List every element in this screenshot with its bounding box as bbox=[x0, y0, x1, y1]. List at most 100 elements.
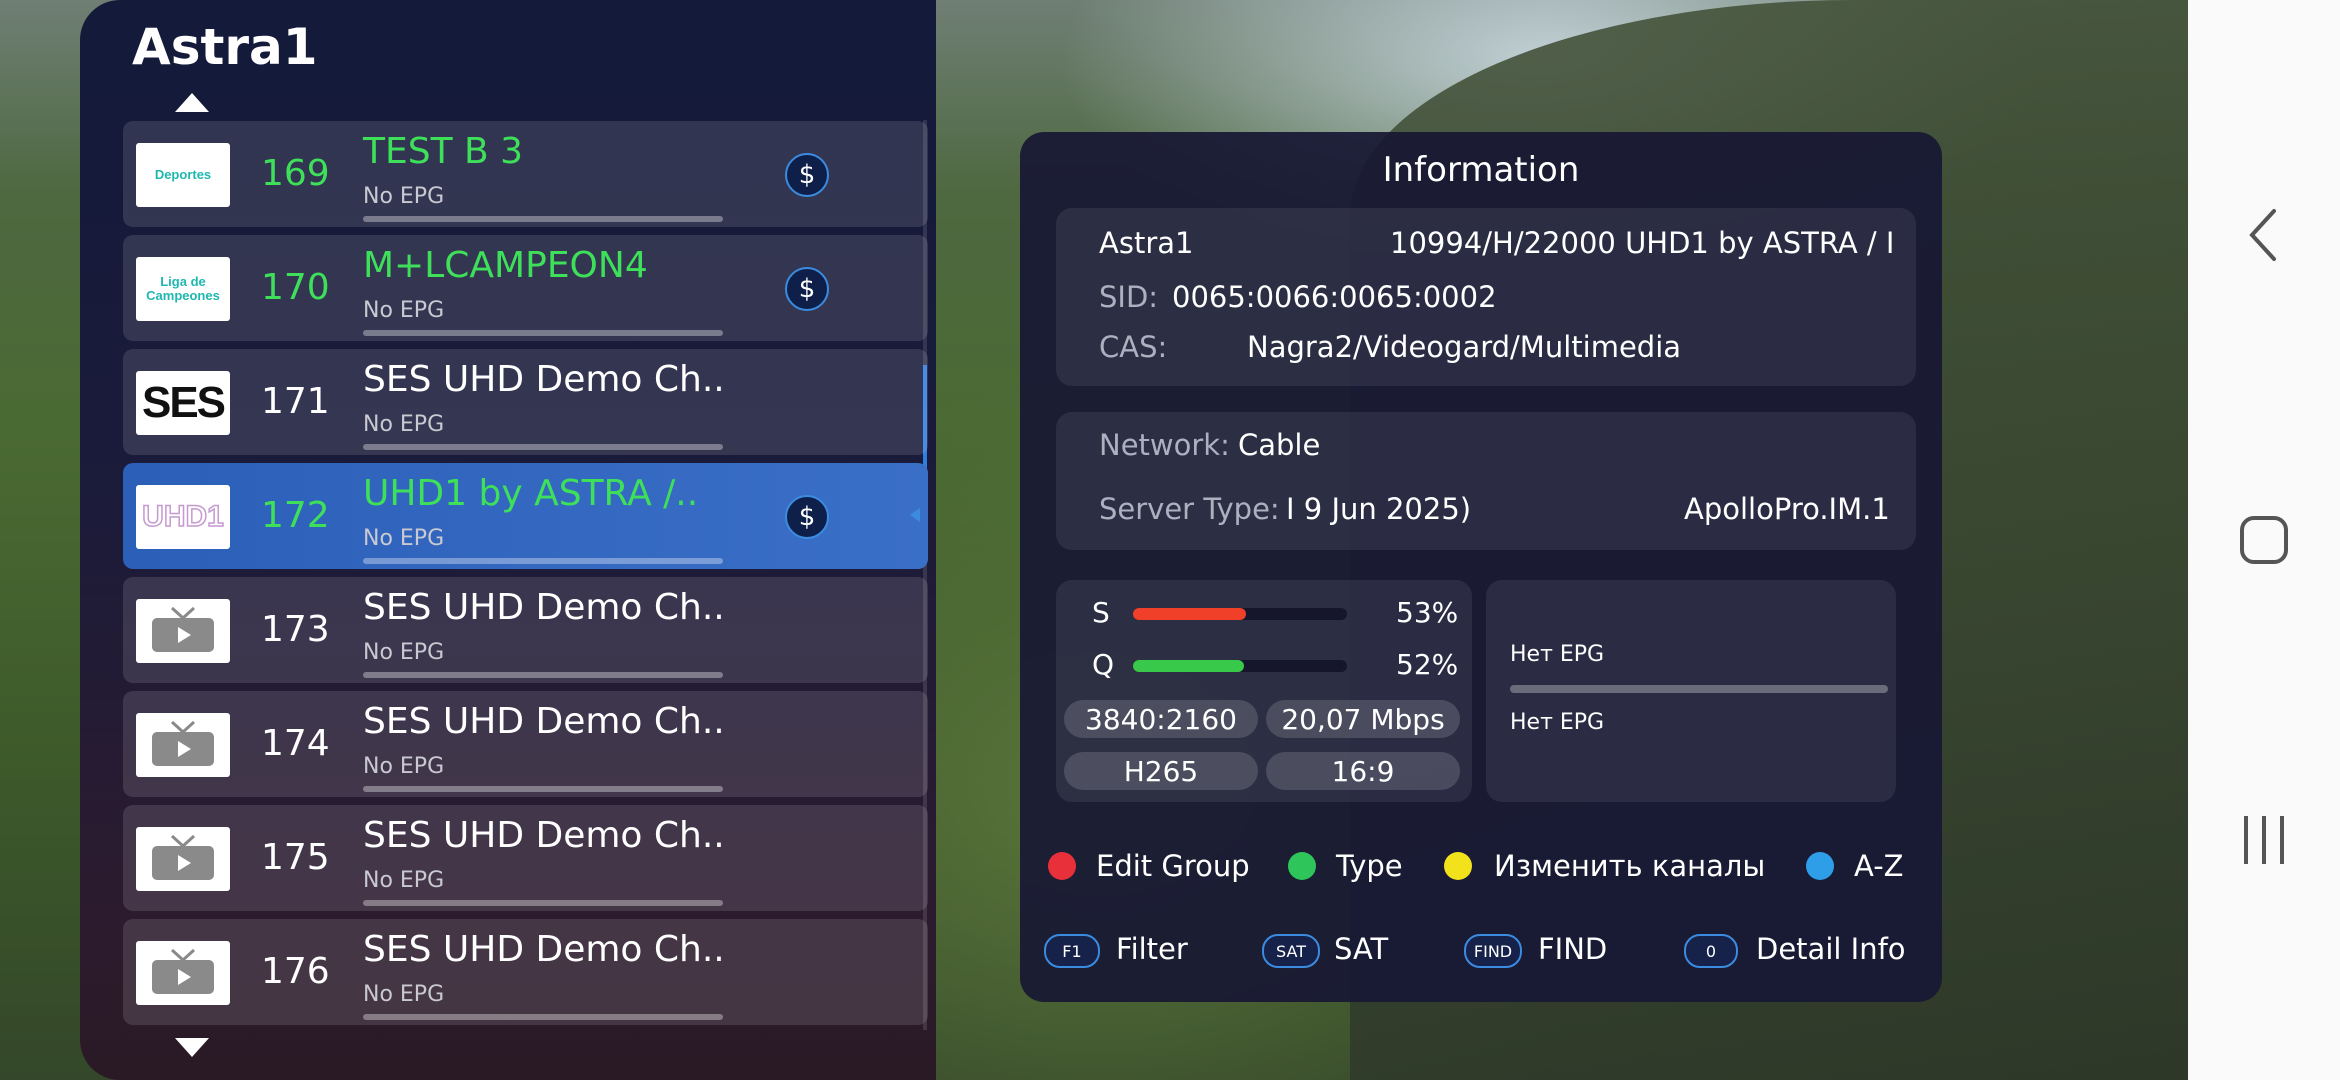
legend-edit-channels[interactable]: Изменить каналы bbox=[1494, 849, 1765, 883]
tv-placeholder-icon bbox=[136, 941, 230, 1005]
epg-progress-bar bbox=[363, 900, 723, 906]
quality-percent: 52% bbox=[1396, 648, 1459, 681]
satellite-name: Astra1 bbox=[1099, 226, 1194, 260]
server-type-label: Server Type: bbox=[1099, 492, 1280, 526]
info-title: Information bbox=[1382, 150, 1580, 190]
channel-number: 175 bbox=[261, 837, 330, 878]
sat-key-badge: SAT bbox=[1262, 934, 1320, 968]
channel-epg: No EPG bbox=[363, 982, 445, 1007]
channel-row[interactable]: 173 SES UHD Demo Ch.. No EPG bbox=[123, 577, 928, 683]
channel-name: SES UHD Demo Ch.. bbox=[363, 929, 725, 970]
scroll-up-icon[interactable] bbox=[175, 93, 209, 112]
epg-progress-bar bbox=[1510, 685, 1888, 693]
channel-name: TEST B 3 bbox=[363, 131, 524, 172]
home-icon[interactable] bbox=[2188, 505, 2340, 575]
paid-channel-icon: $ bbox=[785, 153, 829, 197]
channel-logo: Deportes bbox=[136, 143, 230, 207]
channel-name: SES UHD Demo Ch.. bbox=[363, 815, 725, 856]
legend-edit-group[interactable]: Edit Group bbox=[1096, 849, 1250, 883]
channel-number: 174 bbox=[261, 723, 330, 764]
cas-value: Nagra2/Videogard/Multimedia bbox=[1247, 330, 1682, 364]
channel-epg: No EPG bbox=[363, 184, 445, 209]
signal-card: S 53% Q 52% 3840:2160 20,07 Mbps H265 16… bbox=[1056, 580, 1472, 802]
server-name: ApolloPro.IM.1 bbox=[1684, 492, 1890, 526]
channel-name: M+LCAMPEON4 bbox=[363, 245, 648, 286]
sid-label: SID: bbox=[1099, 280, 1159, 314]
network-label: Network: bbox=[1099, 428, 1230, 462]
transponder-card: Astra1 10994/H/22000 UHD1 by ASTRA / I S… bbox=[1056, 208, 1916, 386]
channel-name: SES UHD Demo Ch.. bbox=[363, 587, 725, 628]
epg-progress-bar bbox=[363, 672, 723, 678]
channel-epg: No EPG bbox=[363, 640, 445, 665]
key-detail-info[interactable]: Detail Info bbox=[1756, 932, 1906, 966]
yellow-key-icon bbox=[1444, 852, 1472, 880]
epg-progress-bar bbox=[363, 216, 723, 222]
information-panel: Information Astra1 10994/H/22000 UHD1 by… bbox=[1020, 132, 1942, 1002]
channel-row-selected[interactable]: UHD1 172 UHD1 by ASTRA /.. No EPG $ bbox=[123, 463, 928, 569]
aspect-badge: 16:9 bbox=[1266, 752, 1460, 790]
key-find[interactable]: FIND bbox=[1538, 932, 1607, 966]
epg-now: Нет EPG bbox=[1510, 642, 1605, 667]
key-filter[interactable]: Filter bbox=[1116, 932, 1188, 966]
channel-row[interactable]: 174 SES UHD Demo Ch.. No EPG bbox=[123, 691, 928, 797]
bitrate-badge: 20,07 Mbps bbox=[1266, 700, 1460, 738]
channel-logo: SES bbox=[136, 371, 230, 435]
network-card: Network: Cable Server Type: I 9 Jun 2025… bbox=[1056, 412, 1916, 550]
channel-row[interactable]: Liga de Campeones 170 M+LCAMPEON4 No EPG… bbox=[123, 235, 928, 341]
cas-label: CAS: bbox=[1099, 330, 1168, 364]
tv-placeholder-icon bbox=[136, 827, 230, 891]
green-key-icon bbox=[1288, 852, 1316, 880]
tv-placeholder-icon bbox=[136, 713, 230, 777]
sid-value: 0065:0066:0065:0002 bbox=[1172, 280, 1497, 314]
channel-row[interactable]: Deportes 169 TEST B 3 No EPG $ bbox=[123, 121, 928, 227]
channel-name: SES UHD Demo Ch.. bbox=[363, 359, 725, 400]
channel-number: 173 bbox=[261, 609, 330, 650]
server-type-value: I 9 Jun 2025) bbox=[1286, 492, 1472, 526]
channel-name: SES UHD Demo Ch.. bbox=[363, 701, 725, 742]
red-key-icon bbox=[1048, 852, 1076, 880]
f1-key-badge: F1 bbox=[1044, 934, 1100, 968]
key-sat[interactable]: SAT bbox=[1334, 932, 1388, 966]
epg-progress-bar bbox=[363, 444, 723, 450]
zero-key-badge: 0 bbox=[1684, 934, 1738, 968]
system-navigation-bar bbox=[2188, 0, 2340, 1080]
codec-badge: H265 bbox=[1064, 752, 1258, 790]
epg-next: Нет EPG bbox=[1510, 710, 1605, 735]
tv-placeholder-icon bbox=[136, 599, 230, 663]
back-icon[interactable] bbox=[2188, 200, 2340, 270]
channel-number: 169 bbox=[261, 153, 330, 194]
transponder-info: 10994/H/22000 UHD1 by ASTRA / I bbox=[1390, 226, 1895, 260]
channel-name: UHD1 by ASTRA /.. bbox=[363, 473, 699, 514]
channel-row[interactable]: SES 171 SES UHD Demo Ch.. No EPG bbox=[123, 349, 928, 455]
scroll-down-icon[interactable] bbox=[175, 1038, 209, 1057]
channel-number: 176 bbox=[261, 951, 330, 992]
channel-epg: No EPG bbox=[363, 412, 445, 437]
strength-percent: 53% bbox=[1396, 596, 1459, 629]
channel-epg: No EPG bbox=[363, 298, 445, 323]
selection-marker-icon bbox=[910, 508, 920, 522]
epg-progress-bar bbox=[363, 1014, 723, 1020]
channel-number: 171 bbox=[261, 381, 330, 422]
group-title: Astra1 bbox=[132, 18, 318, 76]
resolution-badge: 3840:2160 bbox=[1064, 700, 1258, 738]
legend-type[interactable]: Type bbox=[1336, 849, 1403, 883]
epg-progress-bar bbox=[363, 786, 723, 792]
paid-channel-icon: $ bbox=[785, 267, 829, 311]
channel-row[interactable]: 175 SES UHD Demo Ch.. No EPG bbox=[123, 805, 928, 911]
channel-epg: No EPG bbox=[363, 526, 445, 551]
channel-logo: UHD1 bbox=[136, 485, 230, 549]
strength-label: S bbox=[1092, 596, 1110, 629]
quality-bar-fill bbox=[1133, 660, 1244, 672]
channel-logo: Liga de Campeones bbox=[136, 257, 230, 321]
epg-progress-bar bbox=[363, 330, 723, 336]
quality-label: Q bbox=[1092, 648, 1115, 681]
channel-epg: No EPG bbox=[363, 868, 445, 893]
channel-number: 170 bbox=[261, 267, 330, 308]
epg-card: Нет EPG Нет EPG bbox=[1486, 580, 1896, 802]
channel-number: 172 bbox=[261, 495, 330, 536]
channel-row[interactable]: 176 SES UHD Demo Ch.. No EPG bbox=[123, 919, 928, 1025]
legend-a-z[interactable]: A-Z bbox=[1854, 849, 1904, 883]
recent-apps-icon[interactable] bbox=[2188, 805, 2340, 875]
epg-progress-bar bbox=[363, 558, 723, 564]
blue-key-icon bbox=[1806, 852, 1834, 880]
